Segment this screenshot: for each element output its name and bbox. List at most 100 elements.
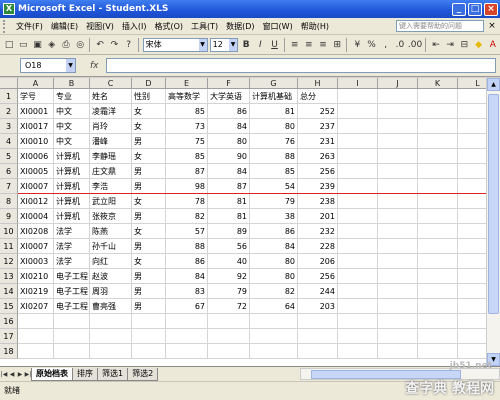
table-cell[interactable]: 男	[132, 269, 166, 284]
header-cell[interactable]: 总分	[298, 89, 338, 104]
font-size-select[interactable]: 12 ▼	[209, 37, 239, 52]
row-header[interactable]: 11	[0, 239, 18, 254]
table-cell[interactable]: XI0010	[18, 134, 54, 149]
column-header-k[interactable]: K	[418, 78, 458, 89]
align-center-icon[interactable]: ≡	[303, 38, 315, 52]
table-cell[interactable]: 228	[298, 239, 338, 254]
sheet-tab-filter1[interactable]: 筛选1	[97, 367, 129, 381]
table-cell[interactable]: 中文	[54, 119, 90, 134]
table-cell[interactable]	[54, 314, 90, 329]
empty-cell[interactable]	[378, 149, 418, 164]
table-cell[interactable]	[90, 344, 132, 359]
row-header[interactable]: 18	[0, 344, 18, 359]
table-cell[interactable]: 83	[166, 284, 208, 299]
table-cell[interactable]: 86	[250, 224, 298, 239]
empty-cell[interactable]	[418, 134, 458, 149]
table-cell[interactable]: 84	[166, 269, 208, 284]
row-header[interactable]: 12	[0, 254, 18, 269]
table-cell[interactable]: XI0006	[18, 149, 54, 164]
empty-cell[interactable]	[418, 119, 458, 134]
table-cell[interactable]: 女	[132, 104, 166, 119]
empty-cell[interactable]	[418, 329, 458, 344]
column-header-g[interactable]: G	[250, 78, 298, 89]
table-cell[interactable]	[298, 344, 338, 359]
table-cell[interactable]: XI0003	[18, 254, 54, 269]
bold-icon[interactable]: B	[240, 38, 252, 52]
table-cell[interactable]: 85	[166, 149, 208, 164]
table-cell[interactable]: 陈燕	[90, 224, 132, 239]
new-file-icon[interactable]: □	[3, 38, 15, 52]
table-cell[interactable]	[298, 329, 338, 344]
row-header[interactable]: 6	[0, 164, 18, 179]
table-cell[interactable]: 263	[298, 149, 338, 164]
table-cell[interactable]: 李浩	[90, 179, 132, 194]
table-cell[interactable]: 女	[132, 119, 166, 134]
row-header[interactable]: 13	[0, 269, 18, 284]
table-cell[interactable]: 84	[208, 164, 250, 179]
table-cell[interactable]: 80	[208, 134, 250, 149]
empty-cell[interactable]	[418, 209, 458, 224]
empty-cell[interactable]	[338, 194, 378, 209]
table-cell[interactable]: 电子工程	[54, 299, 90, 314]
table-cell[interactable]: 86	[208, 104, 250, 119]
table-cell[interactable]: 法学	[54, 224, 90, 239]
table-cell[interactable]: 64	[250, 299, 298, 314]
first-sheet-icon[interactable]: |◀	[0, 371, 8, 378]
table-cell[interactable]: 80	[250, 269, 298, 284]
close-button[interactable]: ×	[484, 2, 498, 16]
empty-cell[interactable]	[378, 224, 418, 239]
redo-icon[interactable]: ↷	[108, 38, 120, 52]
table-cell[interactable]: 56	[208, 239, 250, 254]
empty-cell[interactable]	[378, 119, 418, 134]
table-cell[interactable]: 239	[298, 179, 338, 194]
column-header-i[interactable]: I	[338, 78, 378, 89]
worksheet-grid[interactable]: A B C D E F G H I J K L 1 学号 专业 姓名 性别 高等数学 大学英语 计算机基础 总分 2 XI0…	[0, 78, 500, 366]
table-cell[interactable]	[298, 314, 338, 329]
table-cell[interactable]: 孙千山	[90, 239, 132, 254]
empty-cell[interactable]	[378, 269, 418, 284]
chevron-down-icon[interactable]: ▼	[66, 59, 75, 72]
empty-cell[interactable]	[378, 134, 418, 149]
table-cell[interactable]: 男	[132, 239, 166, 254]
sheet-tab-original[interactable]: 原始档表	[31, 367, 73, 381]
table-cell[interactable]: 85	[250, 164, 298, 179]
insert-function-icon[interactable]: fx	[90, 61, 106, 71]
empty-cell[interactable]	[338, 329, 378, 344]
table-cell[interactable]: XI0219	[18, 284, 54, 299]
table-cell[interactable]: XI0017	[18, 119, 54, 134]
empty-cell[interactable]	[418, 299, 458, 314]
empty-cell[interactable]	[338, 284, 378, 299]
row-header[interactable]: 10	[0, 224, 18, 239]
vertical-scrollbar[interactable]: ▲ ▼	[486, 78, 500, 366]
table-cell[interactable]	[208, 344, 250, 359]
print-icon[interactable]: ⎙	[60, 38, 72, 52]
table-cell[interactable]: 92	[208, 269, 250, 284]
table-cell[interactable]: 男	[132, 179, 166, 194]
column-header-f[interactable]: F	[208, 78, 250, 89]
table-cell[interactable]: 80	[250, 119, 298, 134]
table-cell[interactable]: 女	[132, 224, 166, 239]
table-cell[interactable]: XI0004	[18, 209, 54, 224]
table-cell[interactable]: XI0005	[18, 164, 54, 179]
table-cell[interactable]: XI0007	[18, 239, 54, 254]
header-cell[interactable]: 大学英语	[208, 89, 250, 104]
table-cell[interactable]: 肖玲	[90, 119, 132, 134]
table-cell[interactable]: 57	[166, 224, 208, 239]
empty-cell[interactable]	[418, 179, 458, 194]
table-cell[interactable]: 256	[298, 164, 338, 179]
table-cell[interactable]: 计算机	[54, 194, 90, 209]
empty-cell[interactable]	[338, 254, 378, 269]
row-header[interactable]: 14	[0, 284, 18, 299]
empty-cell[interactable]	[418, 104, 458, 119]
table-cell[interactable]: 86	[166, 254, 208, 269]
column-header-a[interactable]: A	[18, 78, 54, 89]
table-cell[interactable]	[132, 344, 166, 359]
empty-cell[interactable]	[338, 119, 378, 134]
table-cell[interactable]: 82	[166, 209, 208, 224]
empty-cell[interactable]	[338, 149, 378, 164]
table-cell[interactable]: 40	[208, 254, 250, 269]
empty-cell[interactable]	[418, 89, 458, 104]
table-cell[interactable]: 向红	[90, 254, 132, 269]
table-cell[interactable]: 计算机	[54, 179, 90, 194]
table-cell[interactable]	[18, 314, 54, 329]
